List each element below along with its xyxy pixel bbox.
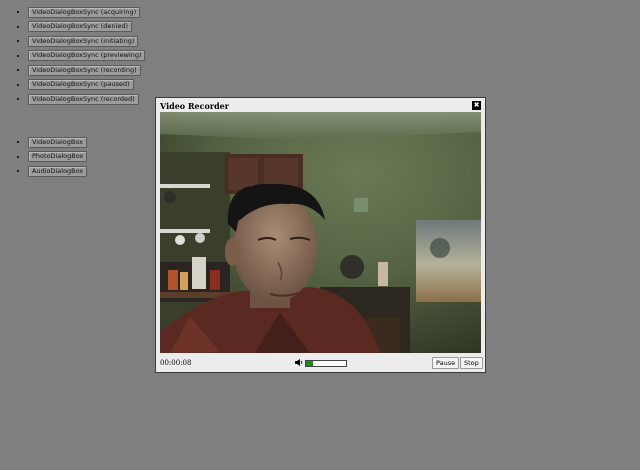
photo-dialog-button[interactable]: PhotoDialogBox [28, 151, 88, 162]
video-dialog-sync-initiating-button[interactable]: VideoDialogBoxSync (initiating) [28, 35, 139, 47]
webcam-frame-image [160, 112, 481, 353]
sync-dialog-button-list: VideoDialogBoxSync (acquiring) VideoDial… [0, 5, 146, 107]
list-item: VideoDialogBoxSync (initiating) [28, 34, 145, 49]
recording-timer: 00:00:08 [160, 359, 192, 367]
list-item: VideoDialogBoxSync (acquiring) [28, 5, 145, 20]
audio-dialog-button[interactable]: AudioDialogBox [28, 165, 88, 177]
speaker-icon [295, 359, 303, 366]
list-item: VideoDialogBoxSync (paused) [28, 78, 145, 93]
list-item: VideoDialogBox [28, 135, 87, 150]
dialog-title: Video Recorder [160, 101, 229, 111]
stop-button[interactable]: Stop [460, 357, 483, 369]
list-item: VideoDialogBoxSync (recording) [28, 63, 145, 78]
list-item: PhotoDialogBox [28, 150, 88, 165]
video-dialog-button[interactable]: VideoDialogBox [28, 136, 87, 148]
video-preview [160, 112, 481, 353]
list-item: VideoDialogBoxSync (previewing) [28, 49, 146, 64]
pause-button[interactable]: Pause [432, 357, 460, 369]
video-dialog-sync-denied-button[interactable]: VideoDialogBoxSync (denied) [28, 21, 132, 32]
video-dialog-sync-recording-button[interactable]: VideoDialogBoxSync (recording) [28, 64, 141, 76]
dialog-button-list: VideoDialogBox PhotoDialogBox AudioDialo… [0, 135, 88, 179]
video-recorder-dialog: Video Recorder ✖ 00:00:08 Pause Stop [155, 97, 486, 373]
audio-level-meter [305, 360, 347, 367]
video-dialog-sync-paused-button[interactable]: VideoDialogBoxSync (paused) [28, 79, 134, 90]
close-icon[interactable]: ✖ [472, 101, 481, 110]
video-dialog-sync-acquiring-button[interactable]: VideoDialogBoxSync (acquiring) [28, 6, 141, 18]
list-item: VideoDialogBoxSync (denied) [28, 20, 145, 35]
video-dialog-sync-previewing-button[interactable]: VideoDialogBoxSync (previewing) [28, 50, 146, 61]
video-dialog-sync-recorded-button[interactable]: VideoDialogBoxSync (recorded) [28, 93, 139, 105]
list-item: VideoDialogBoxSync (recorded) [28, 92, 145, 107]
audio-level-fill [306, 361, 314, 366]
list-item: AudioDialogBox [28, 164, 88, 179]
